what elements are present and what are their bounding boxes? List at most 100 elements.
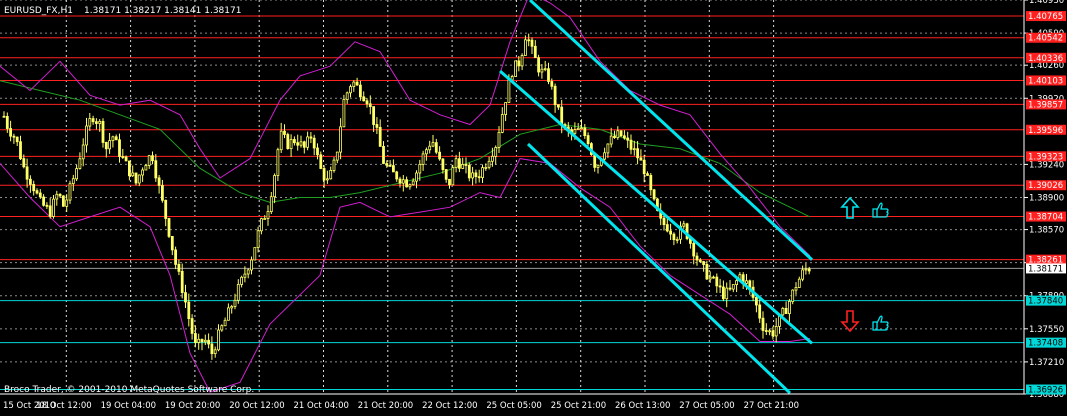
candle-body	[573, 129, 577, 134]
candle-body	[306, 136, 310, 148]
candle-body	[596, 164, 600, 168]
candle-body	[65, 199, 69, 207]
candle-body	[42, 196, 45, 206]
candle-body	[391, 165, 395, 173]
candle-body	[652, 189, 656, 200]
candle-body	[45, 204, 49, 207]
candle-body	[164, 199, 168, 219]
candle-body	[804, 268, 808, 271]
candle-body	[332, 159, 336, 171]
candle-body	[309, 136, 313, 139]
candle-body	[217, 329, 220, 351]
y-tick-label: 1.40930	[1029, 0, 1064, 6]
candle-body	[504, 102, 508, 115]
candle-body	[731, 284, 735, 290]
candle-body	[174, 249, 178, 265]
candle-body	[15, 136, 19, 143]
candle-body	[626, 137, 630, 141]
candle-body	[372, 106, 376, 125]
candle-body	[642, 159, 646, 175]
resistance-price-tag: 1.39857	[1028, 100, 1063, 110]
candle-body	[467, 164, 471, 179]
candle-body	[675, 238, 679, 241]
candle-body	[722, 286, 725, 300]
candle-body	[636, 148, 639, 159]
candle-body	[358, 84, 362, 98]
candle-body	[609, 135, 613, 145]
candle-body	[583, 127, 587, 137]
candle-body	[623, 135, 626, 139]
candle-body	[137, 174, 141, 184]
candle-body	[702, 261, 705, 265]
x-tick-label: 18 Oct 12:00	[36, 401, 91, 411]
candle-body	[71, 178, 75, 184]
candle-body	[471, 172, 475, 179]
candle-body	[771, 330, 775, 337]
candle-body	[401, 179, 405, 184]
candle-body	[484, 166, 488, 169]
candle-body	[213, 349, 217, 354]
candle-body	[250, 259, 253, 271]
candle-body	[223, 319, 227, 327]
x-tick-label: 22 Oct 12:00	[422, 401, 477, 411]
candle-body	[725, 287, 729, 300]
candle-body	[705, 263, 709, 280]
x-tick-label: 26 Oct 13:00	[615, 401, 670, 411]
candle-body	[378, 127, 382, 147]
candle-body	[259, 218, 263, 232]
candle-body	[788, 300, 791, 314]
x-tick-label: 19 Oct 20:00	[165, 401, 220, 411]
candle-body	[154, 160, 158, 179]
candle-body	[553, 85, 557, 106]
candle-body	[203, 339, 207, 343]
candle-body	[758, 304, 762, 319]
candle-body	[728, 287, 732, 290]
candle-body	[586, 135, 590, 145]
candle-body	[464, 163, 468, 166]
candle-body	[388, 164, 392, 167]
x-tick-label: 20 Oct 12:00	[229, 401, 284, 411]
candle-body	[220, 325, 224, 331]
candle-body	[349, 86, 352, 94]
candle-body	[735, 280, 738, 286]
x-tick-label: 27 Oct 05:00	[679, 401, 734, 411]
y-tick-label: 1.38900	[1029, 193, 1064, 203]
candle-body	[708, 276, 712, 280]
candle-body	[58, 193, 62, 197]
candle-body	[19, 141, 22, 160]
candle-body	[444, 169, 448, 180]
candle-body	[35, 190, 39, 194]
candle-body	[517, 60, 521, 67]
resistance-price-tag: 1.40542	[1028, 34, 1063, 44]
candle-body	[761, 317, 765, 331]
candle-body	[560, 106, 564, 125]
candle-body	[712, 276, 715, 279]
candle-body	[514, 60, 517, 77]
candle-body	[603, 152, 606, 160]
candle-body	[28, 178, 32, 185]
candle-body	[487, 160, 491, 168]
candle-body	[85, 125, 88, 146]
chart-ohlc: 1.38171 1.38217 1.38141 1.38171	[84, 6, 241, 16]
candle-body	[646, 173, 649, 176]
candle-body	[319, 154, 323, 169]
candle-body	[481, 167, 484, 179]
candle-body	[794, 287, 798, 291]
candle-body	[606, 143, 610, 154]
candle-body	[38, 192, 42, 198]
support-price-tag: 1.37840	[1028, 297, 1063, 307]
candle-body	[613, 135, 616, 139]
candle-body	[365, 100, 369, 105]
candle-body	[540, 68, 544, 73]
candle-body	[550, 81, 554, 87]
y-tick-label: 1.38570	[1029, 226, 1064, 236]
candle-body	[580, 127, 583, 130]
candle-body	[5, 116, 9, 129]
candle-body	[269, 196, 273, 212]
candle-body	[32, 183, 36, 192]
candle-body	[279, 130, 283, 151]
candle-body	[764, 330, 768, 332]
candle-body	[490, 155, 494, 162]
candle-body	[632, 148, 636, 151]
x-tick-label: 27 Oct 21:00	[744, 401, 799, 411]
